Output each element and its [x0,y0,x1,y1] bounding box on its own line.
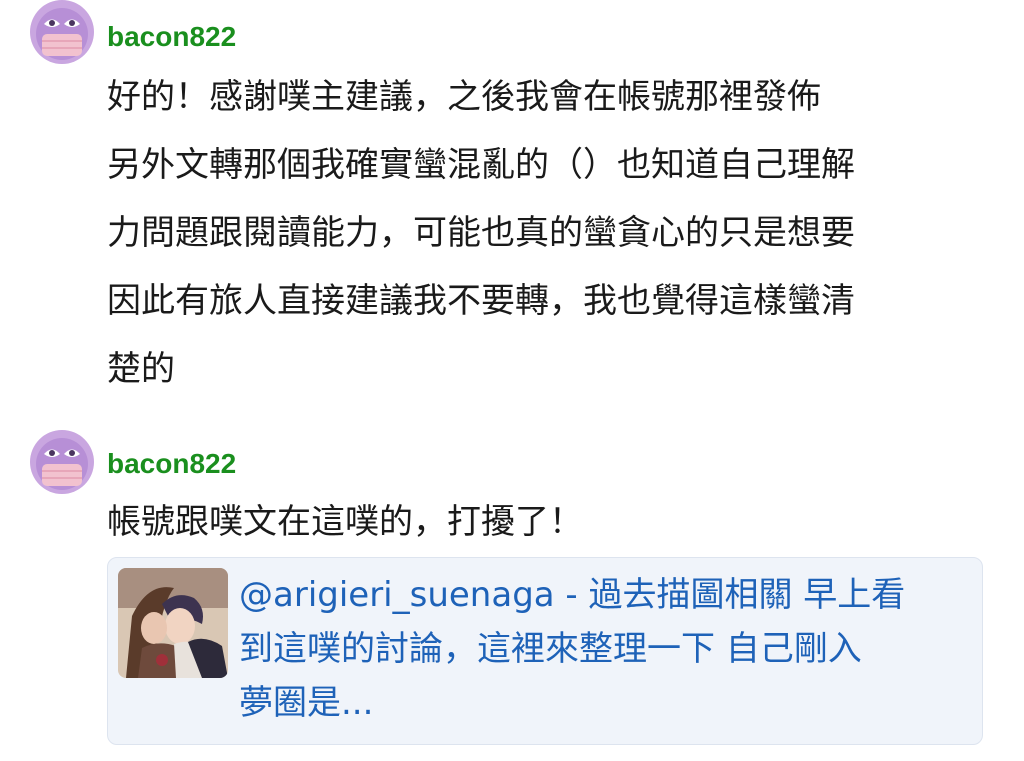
illustration-thumbnail-icon [118,568,228,678]
username[interactable]: bacon822 [107,447,236,481]
link-preview-text[interactable]: @arigieri_suenaga - 過去描圖相關 早上看 到這噗的討論，這裡… [239,568,971,730]
preview-thumbnail[interactable] [118,568,228,678]
user-avatar[interactable] [30,430,94,494]
masked-face-avatar-icon [30,0,94,64]
user-avatar[interactable] [30,0,94,64]
masked-face-avatar-icon [30,430,94,494]
username[interactable]: bacon822 [107,20,236,54]
comment-text: 好的！感謝噗主建議，之後我會在帳號那裡發佈 另外文轉那個我確實蠻混亂的（）也知道… [107,77,855,389]
comment-text: 帳號跟噗文在這噗的，打擾了！ [107,502,583,542]
link-preview-card[interactable]: @arigieri_suenaga - 過去描圖相關 早上看 到這噗的討論，這裡… [107,557,983,745]
